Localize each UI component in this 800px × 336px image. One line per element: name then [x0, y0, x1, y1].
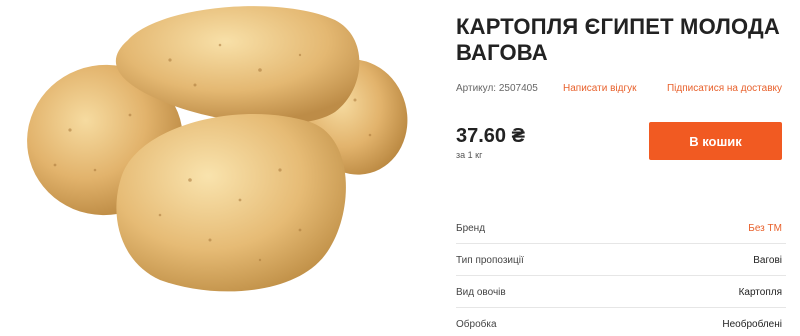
spec-label: Тип пропозиції: [456, 255, 524, 266]
add-to-cart-button[interactable]: В кошик: [649, 122, 782, 160]
product-meta: Артикул: 2507405 Написати відгук Підписа…: [456, 83, 786, 97]
product-sku: Артикул: 2507405: [456, 83, 538, 94]
write-review-link[interactable]: Написати відгук: [563, 83, 636, 94]
spec-value-brand-link[interactable]: Без ТМ: [748, 223, 782, 234]
subscribe-delivery-link[interactable]: Підписатися на доставку: [667, 83, 782, 94]
price-unit: за 1 кг: [456, 150, 483, 160]
spec-label: Бренд: [456, 223, 486, 234]
spec-value: Вагові: [753, 255, 782, 266]
product-title: КАРТОПЛЯ ЄГИПЕТ МОЛОДА ВАГОВА: [456, 14, 780, 65]
potato-illustration: [27, 6, 408, 292]
spec-row-processing: Обробка Необроблені: [456, 308, 786, 336]
spec-row-vegetable-type: Вид овочів Картопля: [456, 276, 786, 308]
spec-row-offer-type: Тип пропозиції Вагові: [456, 244, 786, 276]
spec-value: Необроблені: [722, 319, 782, 330]
spec-label: Обробка: [456, 319, 497, 330]
product-image: [10, 0, 430, 305]
product-price: 37.60 ₴: [456, 125, 525, 147]
spec-row-brand: Бренд Без ТМ: [456, 212, 786, 244]
spec-label: Вид овочів: [456, 287, 506, 298]
spec-value: Картопля: [738, 287, 782, 298]
